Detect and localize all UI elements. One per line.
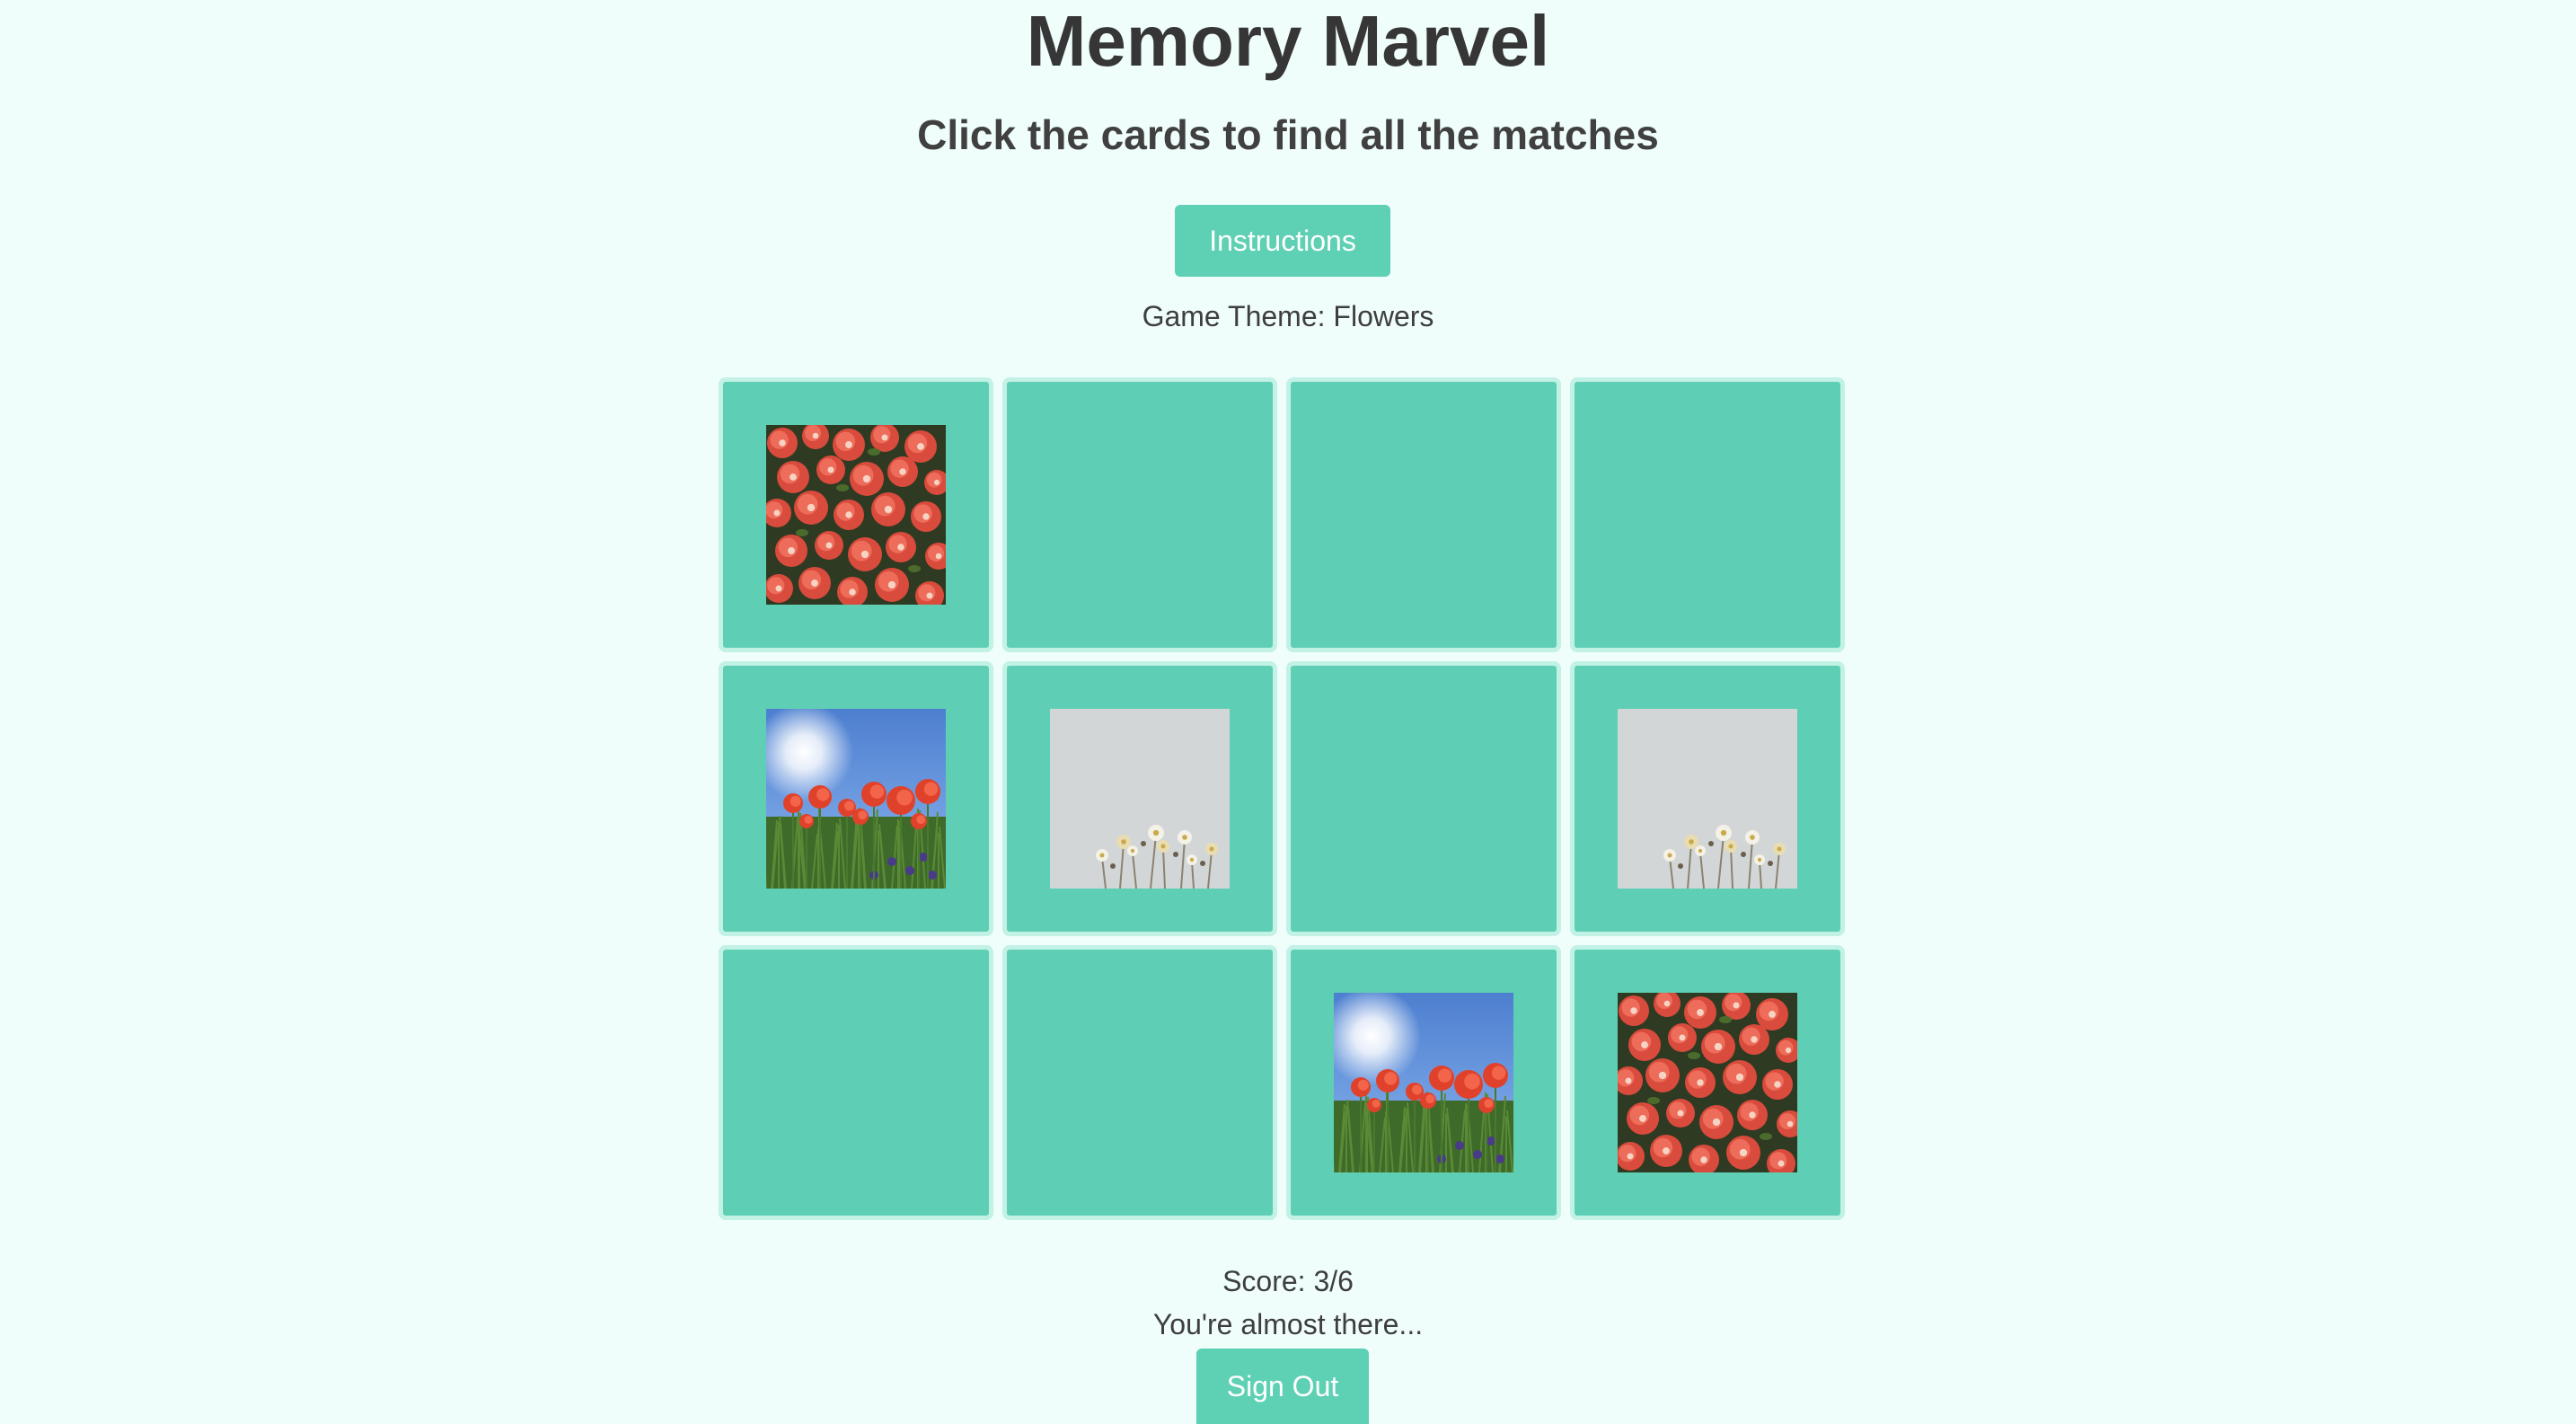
card-3[interactable] [1286,377,1561,652]
red-poppies-sky-image [1334,993,1513,1172]
card-7[interactable] [1286,661,1561,936]
card-2[interactable] [1002,377,1277,652]
white-wildflowers-image [1618,709,1797,889]
card-10[interactable] [1002,945,1277,1220]
red-begonias-image [1618,993,1797,1172]
card-1[interactable] [719,377,993,652]
card-5[interactable] [719,661,993,936]
page-title: Memory Marvel [1026,1,1550,81]
card-8[interactable] [1570,661,1845,936]
score-text: Score: 3/6 [1222,1265,1354,1297]
white-wildflowers-image [1050,709,1230,889]
instructions-button[interactable]: Instructions [1175,205,1390,277]
card-9[interactable] [719,945,993,1220]
sign-out-button[interactable]: Sign Out [1196,1349,1369,1424]
page-subtitle: Click the cards to find all the matches [917,111,1659,158]
card-6[interactable] [1002,661,1277,936]
red-poppies-sky-image [766,709,946,889]
card-11[interactable] [1286,945,1561,1220]
card-grid [719,377,1847,1224]
game-theme-label: Game Theme: Flowers [1142,300,1434,332]
red-begonias-image [766,425,946,605]
card-12[interactable] [1570,945,1845,1220]
card-4[interactable] [1570,377,1845,652]
status-message: You're almost there... [1152,1308,1424,1340]
